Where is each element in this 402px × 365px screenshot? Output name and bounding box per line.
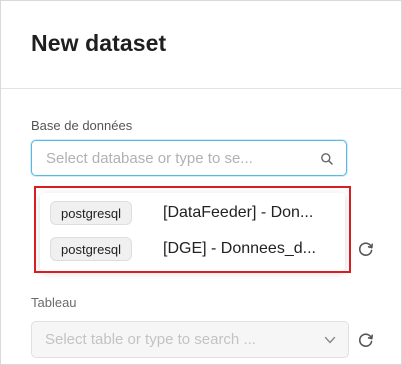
table-label: Tableau bbox=[31, 295, 77, 310]
database-type-tag: postgresql bbox=[50, 201, 132, 225]
database-dropdown-menu: postgresql [DataFeeder] - Don... postgre… bbox=[40, 193, 345, 271]
database-select-placeholder: Select database or type to se... bbox=[46, 150, 253, 167]
table-select[interactable]: Select table or type to search ... bbox=[31, 321, 349, 358]
panel-header: New dataset bbox=[1, 1, 401, 89]
refresh-icon[interactable] bbox=[357, 331, 375, 349]
database-option-label: [DGE] - Donnees_d... bbox=[163, 240, 316, 257]
database-type-tag: postgresql bbox=[50, 237, 132, 261]
search-icon bbox=[321, 153, 333, 165]
database-option-label: [DataFeeder] - Don... bbox=[163, 204, 314, 221]
database-option[interactable]: postgresql [DGE] - Donnees_d... bbox=[40, 233, 345, 267]
database-option[interactable]: postgresql [DataFeeder] - Don... bbox=[40, 197, 345, 231]
chevron-down-icon bbox=[324, 336, 336, 344]
page-title: New dataset bbox=[31, 30, 167, 56]
database-select[interactable]: Select database or type to se... bbox=[31, 140, 347, 176]
table-select-placeholder: Select table or type to search ... bbox=[45, 331, 256, 348]
new-dataset-panel: New dataset Base de données Select datab… bbox=[0, 0, 402, 365]
refresh-icon[interactable] bbox=[357, 240, 375, 258]
database-label: Base de données bbox=[31, 118, 133, 133]
